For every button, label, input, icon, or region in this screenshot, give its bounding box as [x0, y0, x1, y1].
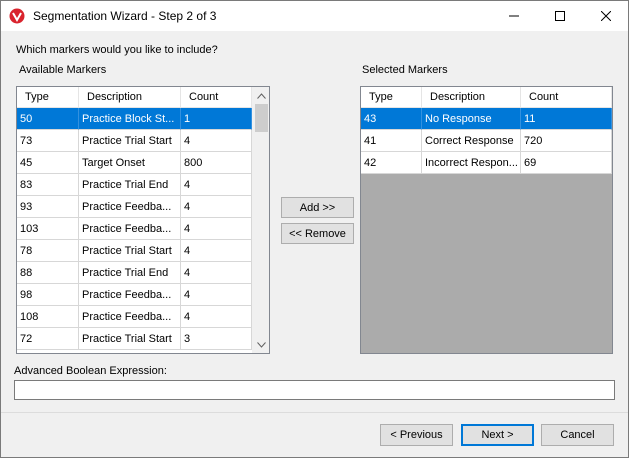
- cell-type: 88: [17, 262, 79, 284]
- cell-count: 4: [181, 262, 252, 284]
- selected-markers-label: Selected Markers: [362, 64, 448, 76]
- cell-description: Practice Trial Start: [79, 130, 181, 152]
- prompt-label: Which markers would you like to include?: [16, 44, 218, 56]
- list-item[interactable]: 73 Practice Trial Start 4: [17, 130, 252, 152]
- close-button[interactable]: [583, 1, 629, 31]
- empty-list-area: [361, 174, 612, 353]
- cell-count: 4: [181, 196, 252, 218]
- cell-type: 103: [17, 218, 79, 240]
- scroll-up-button[interactable]: [253, 87, 269, 104]
- boolean-expression-label: Advanced Boolean Expression:: [14, 365, 167, 377]
- list-item[interactable]: 93 Practice Feedba... 4: [17, 196, 252, 218]
- column-header-type[interactable]: Type: [361, 87, 422, 108]
- cell-type: 50: [17, 108, 79, 130]
- cell-description: Practice Feedba...: [79, 196, 181, 218]
- cell-description: Practice Trial Start: [79, 240, 181, 262]
- cell-count: 4: [181, 130, 252, 152]
- title-bar[interactable]: Segmentation Wizard - Step 2 of 3: [1, 1, 628, 31]
- maximize-button[interactable]: [537, 1, 583, 31]
- list-item[interactable]: 42 Incorrect Respon... 69: [361, 152, 612, 174]
- cancel-button[interactable]: Cancel: [541, 424, 614, 446]
- cell-type: 78: [17, 240, 79, 262]
- cell-type: 93: [17, 196, 79, 218]
- boolean-expression-input[interactable]: [14, 380, 615, 400]
- cell-count: 4: [181, 218, 252, 240]
- cell-count: 69: [521, 152, 612, 174]
- cell-description: Practice Trial Start: [79, 328, 181, 350]
- cell-count: 4: [181, 306, 252, 328]
- column-header-count[interactable]: Count: [181, 87, 252, 108]
- cell-count: 11: [521, 108, 612, 130]
- cell-description: Correct Response: [422, 130, 521, 152]
- cell-description: Practice Feedba...: [79, 218, 181, 240]
- cell-type: 45: [17, 152, 79, 174]
- list-item[interactable]: 103 Practice Feedba... 4: [17, 218, 252, 240]
- selected-markers-list[interactable]: Type Description Count 43 No Response 11 41…: [360, 86, 613, 354]
- cell-type: 108: [17, 306, 79, 328]
- cell-type: 73: [17, 130, 79, 152]
- cell-count: 4: [181, 240, 252, 262]
- previous-button[interactable]: < Previous: [380, 424, 453, 446]
- chevron-down-icon: [257, 341, 266, 348]
- list-item[interactable]: 98 Practice Feedba... 4: [17, 284, 252, 306]
- cell-description: Practice Block St...: [79, 108, 181, 130]
- cell-description: Practice Feedba...: [79, 306, 181, 328]
- column-header-description[interactable]: Description: [422, 87, 521, 108]
- list-item[interactable]: 50 Practice Block St... 1: [17, 108, 252, 130]
- scroll-down-button[interactable]: [253, 336, 269, 353]
- next-button[interactable]: Next >: [461, 424, 534, 446]
- cell-count: 720: [521, 130, 612, 152]
- cell-count: 3: [181, 328, 252, 350]
- minimize-icon: [509, 15, 519, 17]
- list-item[interactable]: 78 Practice Trial Start 4: [17, 240, 252, 262]
- column-header-description[interactable]: Description: [79, 87, 181, 108]
- cell-count: 1: [181, 108, 252, 130]
- cell-description: Practice Feedba...: [79, 284, 181, 306]
- app-logo-icon: [9, 8, 25, 24]
- cell-description: Practice Trial End: [79, 174, 181, 196]
- column-header-type[interactable]: Type: [17, 87, 79, 108]
- minimize-button[interactable]: [491, 1, 537, 31]
- window-title: Segmentation Wizard - Step 2 of 3: [33, 9, 217, 23]
- cell-count: 4: [181, 174, 252, 196]
- available-list-header: Type Description Count: [17, 87, 252, 108]
- cell-description: Target Onset: [79, 152, 181, 174]
- cell-type: 42: [361, 152, 422, 174]
- list-item[interactable]: 83 Practice Trial End 4: [17, 174, 252, 196]
- available-list-body: 50 Practice Block St... 1 73 Practice Trial …: [17, 108, 252, 350]
- cell-type: 41: [361, 130, 422, 152]
- cell-description: Practice Trial End: [79, 262, 181, 284]
- list-item[interactable]: 45 Target Onset 800: [17, 152, 252, 174]
- available-list-scrollbar[interactable]: [252, 87, 269, 353]
- cell-type: 72: [17, 328, 79, 350]
- list-item[interactable]: 43 No Response 11: [361, 108, 612, 130]
- selected-list-body: 43 No Response 11 41 Correct Response 720 42 In…: [361, 108, 612, 174]
- chevron-up-icon: [257, 92, 266, 99]
- cell-type: 83: [17, 174, 79, 196]
- available-markers-label: Available Markers: [19, 64, 107, 76]
- list-item[interactable]: 72 Practice Trial Start 3: [17, 328, 252, 350]
- maximize-icon: [555, 11, 565, 21]
- remove-button[interactable]: << Remove: [281, 223, 354, 244]
- list-item[interactable]: 108 Practice Feedba... 4: [17, 306, 252, 328]
- add-button[interactable]: Add >>: [281, 197, 354, 218]
- scroll-thumb[interactable]: [255, 104, 268, 132]
- cell-type: 98: [17, 284, 79, 306]
- cell-type: 43: [361, 108, 422, 130]
- cell-description: Incorrect Respon...: [422, 152, 521, 174]
- column-header-count[interactable]: Count: [521, 87, 612, 108]
- cell-count: 800: [181, 152, 252, 174]
- selected-list-header: Type Description Count: [361, 87, 612, 108]
- wizard-window: Segmentation Wizard - Step 2 of 3 Which …: [0, 0, 629, 458]
- footer-separator: [1, 412, 628, 413]
- cell-description: No Response: [422, 108, 521, 130]
- close-icon: [601, 11, 611, 21]
- available-markers-list[interactable]: Type Description Count 50 Practice Block …: [16, 86, 270, 354]
- list-item[interactable]: 88 Practice Trial End 4: [17, 262, 252, 284]
- list-item[interactable]: 41 Correct Response 720: [361, 130, 612, 152]
- cell-count: 4: [181, 284, 252, 306]
